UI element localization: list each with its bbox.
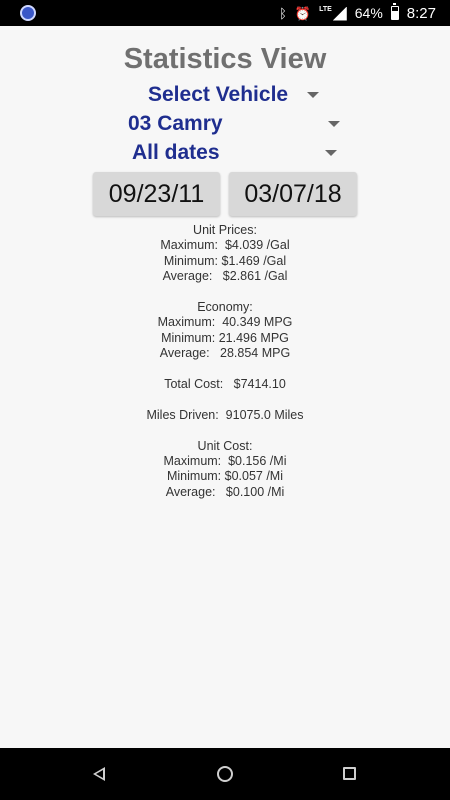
unit-price-maximum: Maximum: $4.039 /Gal	[160, 238, 290, 253]
unit-cost-heading: Unit Cost:	[197, 438, 253, 453]
app-notification-icon	[20, 5, 36, 21]
bluetooth-icon: ᛒ	[279, 5, 287, 21]
statistics-summary: Unit Prices: Maximum: $4.039 /Gal Minimu…	[0, 223, 450, 500]
select-vehicle-spinner[interactable]: Select Vehicle	[145, 81, 325, 109]
economy-minimum: Minimum: 21.496 MPG	[161, 330, 289, 345]
select-vehicle-label: Select Vehicle	[148, 83, 289, 106]
vehicle-label: 03 Camry	[128, 112, 223, 135]
unit-cost-average: Average: $0.100 /Mi	[165, 484, 285, 499]
economy-heading: Economy:	[197, 300, 253, 315]
recents-icon[interactable]	[343, 767, 356, 780]
back-icon[interactable]	[93, 767, 105, 781]
unit-prices-heading: Unit Prices:	[193, 223, 257, 237]
date-range-spinner[interactable]: All dates	[130, 139, 345, 167]
clock: 8:27	[406, 4, 436, 22]
battery-percent: 64%	[354, 5, 383, 21]
end-date-button[interactable]: 03/07/18	[229, 172, 357, 216]
alarm-icon: ⏰	[294, 5, 312, 21]
vehicle-spinner[interactable]: 03 Camry	[126, 110, 346, 138]
unit-price-minimum: Minimum: $1.469 /Gal	[163, 253, 287, 268]
unit-price-average: Average: $2.861 /Gal	[162, 269, 288, 284]
economy-average: Average: 28.854 MPG	[159, 346, 291, 361]
statistics-screen: Statistics View Select Vehicle 03 Camry …	[0, 26, 450, 748]
status-bar: ᛒ ⏰ LTE 64% 8:27	[0, 0, 450, 26]
total-cost: Total Cost: $7414.10	[164, 377, 286, 392]
unit-cost-minimum: Minimum: $0.057 /Mi	[166, 469, 283, 484]
economy-maximum: Maximum: 40.349 MPG	[157, 315, 293, 330]
navigation-bar	[0, 748, 450, 800]
status-icons: ᛒ ⏰ LTE 64% 8:27	[279, 0, 436, 26]
signal-icon: LTE	[319, 6, 347, 21]
unit-cost-maximum: Maximum: $0.156 /Mi	[163, 454, 287, 469]
dropdown-arrow-icon	[325, 150, 337, 156]
home-icon[interactable]	[217, 766, 233, 782]
date-range-label: All dates	[132, 141, 220, 164]
network-type: LTE	[319, 5, 332, 13]
dropdown-arrow-icon	[307, 92, 319, 98]
miles-driven: Miles Driven: 91075.0 Miles	[146, 407, 304, 422]
start-date-button[interactable]: 09/23/11	[93, 172, 220, 216]
dropdown-arrow-icon	[328, 121, 340, 127]
battery-icon	[390, 3, 399, 20]
page-title: Statistics View	[123, 43, 327, 75]
